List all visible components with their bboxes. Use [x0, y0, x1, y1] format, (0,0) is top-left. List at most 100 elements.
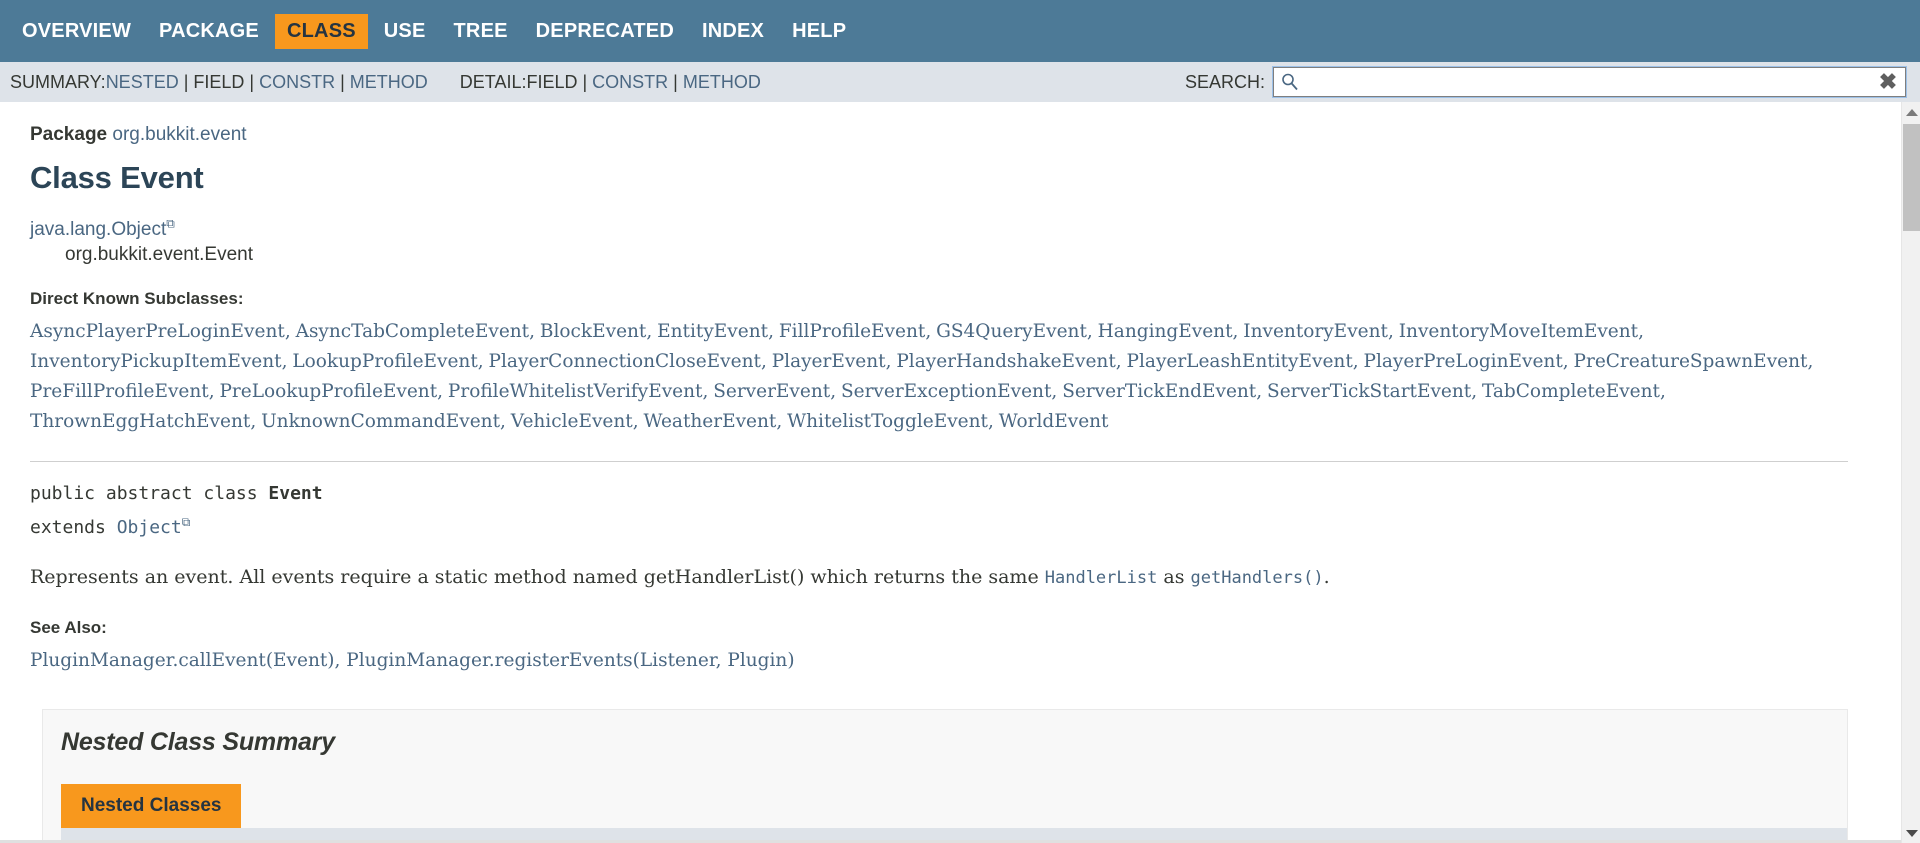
scrollbar-thumb[interactable]	[1903, 124, 1920, 231]
gethandlers-link[interactable]: getHandlers()	[1191, 568, 1324, 588]
vertical-scrollbar[interactable]	[1901, 102, 1920, 843]
subclass-link[interactable]: WeatherEvent	[643, 411, 776, 432]
current-class-fqn: org.bukkit.event.Event	[65, 244, 253, 266]
summary-detail-bar: SUMMARY: NESTED | FIELD | CONSTR | METHOD DETA…	[0, 62, 1920, 102]
summary-link-constr[interactable]: CONSTR	[259, 72, 335, 92]
subclass-link[interactable]: InventoryPickupItemEvent	[30, 351, 282, 372]
subclass-link[interactable]: UnknownCommandEvent	[261, 411, 500, 432]
nav-item-index[interactable]: INDEX	[690, 14, 776, 49]
subclass-link[interactable]: InventoryEvent	[1243, 321, 1388, 342]
close-icon[interactable]: ✖	[1877, 71, 1899, 93]
nav-item-overview[interactable]: OVERVIEW	[10, 14, 143, 49]
handlerlist-link[interactable]: HandlerList	[1045, 568, 1158, 588]
subclass-link[interactable]: TabCompleteEvent	[1482, 381, 1660, 402]
top-navigation-bar: OVERVIEW PACKAGE CLASS USE TREE DEPRECATED IND…	[0, 0, 1920, 62]
see-also-list: PluginManager.callEvent(Event), PluginMa…	[30, 647, 1848, 675]
subclass-separator: ,	[1471, 381, 1482, 403]
subclass-separator: ,	[1086, 321, 1098, 343]
summary-link-method[interactable]: METHOD	[350, 72, 428, 92]
nav-item-class[interactable]: CLASS	[274, 13, 368, 49]
summary-link-field: FIELD	[193, 71, 245, 92]
subclass-link[interactable]: WhitelistToggleEvent	[787, 411, 988, 432]
subclass-link[interactable]: PlayerPreLoginEvent	[1364, 351, 1563, 372]
detail-link-constr[interactable]: CONSTR	[592, 72, 668, 92]
subclass-separator: ,	[1256, 381, 1268, 403]
summary-label: SUMMARY:	[10, 71, 106, 92]
subclass-link[interactable]: ThrownEggHatchEvent	[30, 411, 250, 432]
summary-link-nested[interactable]: NESTED	[106, 72, 179, 92]
subclass-link[interactable]: PlayerLeashEntityEvent	[1127, 351, 1353, 372]
scroll-up-arrow-icon[interactable]	[1902, 102, 1920, 122]
subclasses-list: AsyncPlayerPreLoginEvent, AsyncTabComple…	[30, 317, 1848, 437]
package-line: Package org.bukkit.event	[30, 102, 1848, 146]
subclass-link[interactable]: WorldEvent	[999, 411, 1109, 432]
see-also-link[interactable]: PluginManager.registerEvents(Listener, P…	[346, 650, 794, 671]
nested-class-tabbar: Nested Classes	[61, 784, 1847, 829]
subclass-link[interactable]: FillProfileEvent	[779, 321, 925, 342]
search-input[interactable]	[1274, 68, 1905, 96]
description-part-2: as	[1157, 566, 1191, 589]
detail-links: FIELD | CONSTR | METHOD	[526, 72, 760, 93]
subclass-link[interactable]: PlayerConnectionCloseEvent	[489, 351, 761, 372]
subclass-link[interactable]: PlayerHandshakeEvent	[896, 351, 1115, 372]
subclass-separator: ,	[768, 321, 779, 343]
divider	[30, 461, 1848, 463]
subclass-link[interactable]: ServerTickStartEvent	[1267, 381, 1471, 402]
see-also-link[interactable]: PluginManager.callEvent(Event)	[30, 650, 335, 671]
nav-item-tree[interactable]: TREE	[442, 14, 520, 49]
content-inner: Package org.bukkit.event Class Event jav…	[0, 102, 1888, 843]
extends-type-link[interactable]: Object⧉	[117, 515, 191, 538]
detail-group: DETAIL: FIELD | CONSTR | METHOD	[460, 72, 761, 93]
see-also-separator: ,	[334, 650, 347, 672]
subclass-link[interactable]: EntityEvent	[657, 321, 768, 342]
nav-item-package[interactable]: PACKAGE	[147, 14, 271, 49]
package-link[interactable]: org.bukkit.event	[112, 124, 246, 145]
subclass-separator: ,	[500, 411, 511, 433]
detail-label: DETAIL:	[459, 71, 527, 92]
nav-item-use[interactable]: USE	[372, 14, 438, 49]
subclass-link[interactable]: ServerTickEndEvent	[1062, 381, 1256, 402]
package-label: Package	[30, 124, 108, 145]
subclass-separator: ,	[1051, 381, 1063, 403]
subclass-link[interactable]: GS4QueryEvent	[936, 321, 1087, 342]
scroll-down-arrow-icon[interactable]	[1902, 823, 1920, 843]
subclass-separator: ,	[1352, 351, 1364, 373]
nested-class-summary-panel: Nested Class Summary Nested Classes	[42, 709, 1848, 843]
summary-group: SUMMARY: NESTED | FIELD | CONSTR | METHOD	[10, 72, 428, 93]
subclass-separator: ,	[646, 321, 658, 343]
subclass-link[interactable]: InventoryMoveItemEvent	[1399, 321, 1638, 342]
subclass-link[interactable]: AsyncTabCompleteEvent	[296, 321, 530, 342]
subclass-link[interactable]: PreFillProfileEvent	[30, 381, 209, 402]
subclass-separator: ,	[1387, 321, 1399, 343]
nav-item-deprecated[interactable]: DEPRECATED	[524, 14, 686, 49]
description-part-3: .	[1323, 566, 1330, 589]
declaration-class-name: Event	[268, 483, 323, 505]
subclass-link[interactable]: HangingEvent	[1098, 321, 1233, 342]
subclass-link[interactable]: LookupProfileEvent	[292, 351, 477, 372]
page-title: Class Event	[30, 160, 204, 195]
detail-link-method[interactable]: METHOD	[683, 72, 761, 92]
subclass-link[interactable]: ServerEvent	[713, 381, 830, 402]
subclass-separator: ,	[1115, 351, 1127, 373]
subclass-link[interactable]: ServerExceptionEvent	[841, 381, 1051, 402]
subclass-link[interactable]: PreCreatureSpawnEvent	[1574, 351, 1808, 372]
subclass-link[interactable]: AsyncPlayerPreLoginEvent	[30, 321, 285, 342]
search-area: SEARCH: ✖	[1185, 67, 1906, 97]
tab-nested-classes[interactable]: Nested Classes	[61, 784, 242, 829]
subclass-separator: ,	[281, 351, 293, 373]
nav-item-help[interactable]: HELP	[780, 14, 858, 49]
subclass-link[interactable]: PlayerEvent	[772, 351, 886, 372]
subclass-separator: ,	[529, 321, 540, 343]
class-declaration: public abstract class Event extends Obje…	[30, 480, 1848, 542]
subclass-link[interactable]: PreLookupProfileEvent	[219, 381, 437, 402]
superclass-link[interactable]: java.lang.Object⧉	[30, 217, 175, 240]
detail-link-field: FIELD	[526, 71, 578, 92]
extends-keyword: extends	[30, 517, 117, 539]
subclass-link[interactable]: BlockEvent	[540, 321, 646, 342]
subclass-link[interactable]: ProfileWhitelistVerifyEvent	[448, 381, 703, 402]
subclass-separator: ,	[987, 411, 999, 433]
nested-class-summary-heading: Nested Class Summary	[61, 728, 335, 757]
subclass-separator: ,	[437, 381, 448, 403]
search-field-wrapper[interactable]: ✖	[1273, 67, 1906, 97]
subclass-link[interactable]: VehicleEvent	[511, 411, 633, 432]
